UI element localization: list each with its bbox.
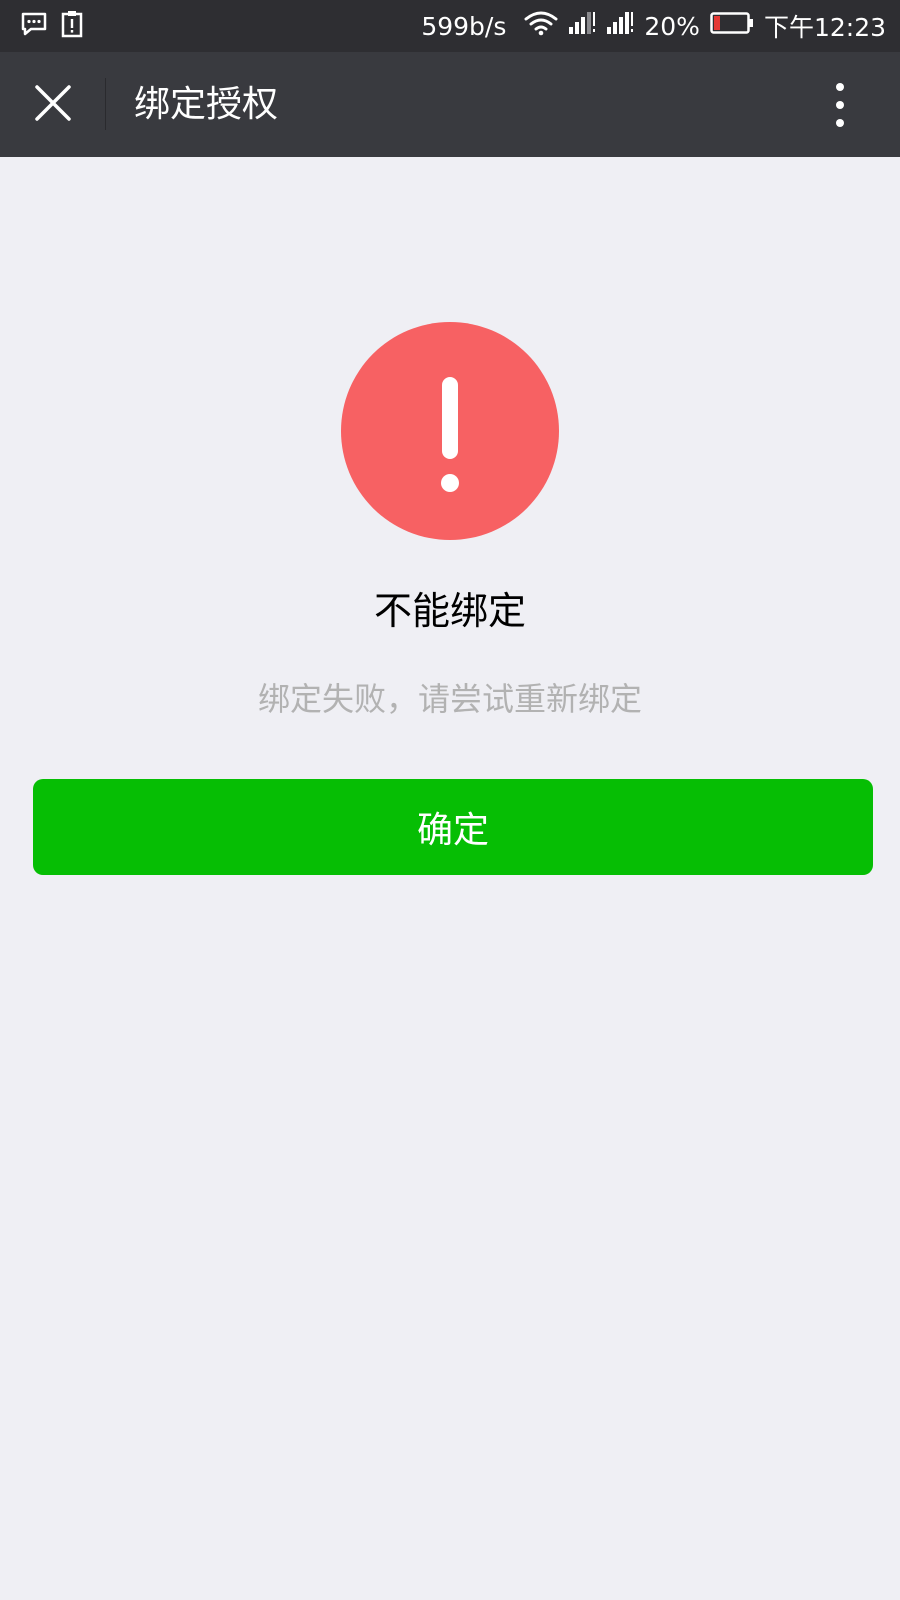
signal-icon bbox=[606, 10, 634, 42]
nav-divider bbox=[105, 78, 106, 130]
status-time: 下午12:23 bbox=[763, 13, 886, 42]
exclamation-icon bbox=[341, 322, 559, 540]
nav-bar: 绑定授权 bbox=[0, 52, 900, 157]
battery-percent: 20% bbox=[644, 11, 700, 41]
status-bar: 599b/s 20% 下午12:23 bbox=[0, 0, 900, 52]
signal-icon bbox=[568, 10, 596, 42]
net-speed: 599b/s bbox=[421, 11, 507, 41]
confirm-button[interactable]: 确定 bbox=[33, 779, 873, 875]
exclamation-bar bbox=[442, 377, 458, 459]
wifi-icon bbox=[524, 10, 558, 42]
message-icon bbox=[20, 10, 48, 42]
more-vertical-icon bbox=[836, 101, 844, 109]
exclamation-dot bbox=[441, 474, 459, 492]
more-options-button[interactable] bbox=[820, 70, 860, 140]
close-icon bbox=[35, 85, 71, 125]
alert-clipboard-icon bbox=[60, 10, 84, 42]
close-button[interactable] bbox=[18, 70, 88, 140]
result-description: 绑定失败，请尝试重新绑定 bbox=[257, 680, 642, 718]
status-right-icons: 599b/s 20% 下午12:23 bbox=[421, 8, 886, 44]
status-left-icons bbox=[20, 10, 84, 42]
result-title: 不能绑定 bbox=[373, 589, 526, 633]
page-title: 绑定授权 bbox=[134, 84, 279, 125]
more-vertical-icon bbox=[836, 119, 844, 127]
more-vertical-icon bbox=[836, 83, 844, 91]
battery-icon bbox=[710, 11, 754, 41]
